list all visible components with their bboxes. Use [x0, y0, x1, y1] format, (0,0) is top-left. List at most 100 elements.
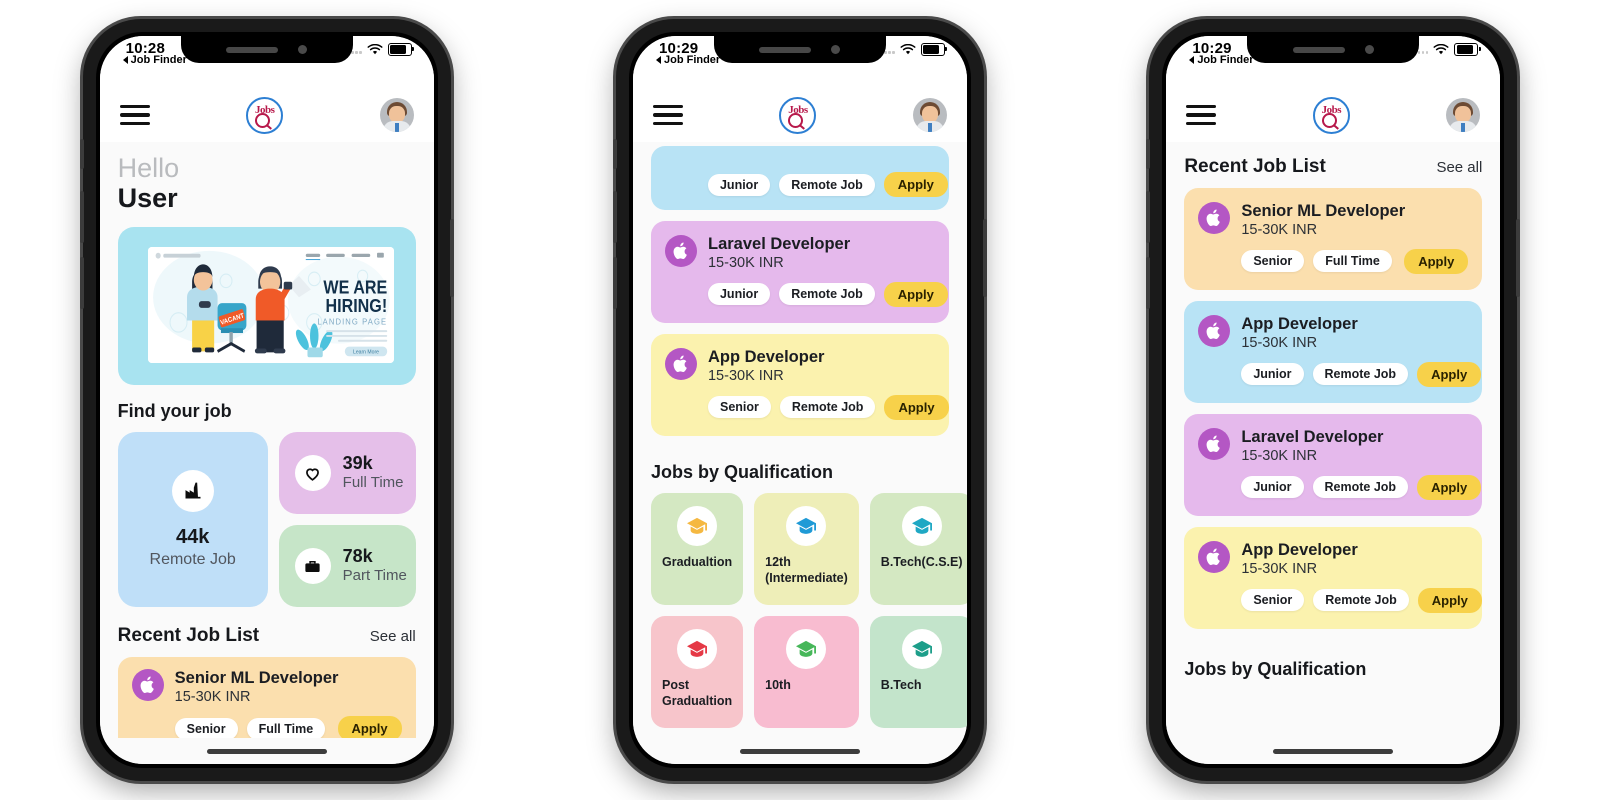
job-card[interactable]: Laravel Developer 15-30K INR Junior Remo…: [650, 221, 949, 323]
apply-button[interactable]: Apply: [1417, 587, 1482, 613]
svg-text:LANDING PAGE: LANDING PAGE: [317, 317, 387, 327]
job-chip: Junior: [707, 173, 771, 196]
user-avatar-icon[interactable]: [912, 98, 947, 132]
apply-button[interactable]: Apply: [883, 172, 948, 197]
qualification-tile[interactable]: Post Gradualtion: [650, 615, 744, 728]
earpiece-speaker-icon: [1292, 46, 1345, 53]
qualification-tile[interactable]: 10th: [754, 615, 859, 728]
volume-down-button[interactable]: [1146, 257, 1151, 309]
phone-2: 10:29 Job Finder Jobs Junior Remote Job …: [612, 19, 987, 781]
job-title: Senior ML Developer: [174, 669, 339, 688]
apply-button[interactable]: Apply: [883, 281, 948, 307]
page-title: Recent Job List: [1184, 156, 1326, 177]
mute-switch-button[interactable]: [612, 139, 617, 169]
qualification-tile[interactable]: Gradualtion: [650, 492, 744, 605]
job-chip: Remote Job: [779, 396, 876, 419]
qualification-tile[interactable]: B.Tech: [869, 615, 967, 728]
see-all-link[interactable]: See all: [1436, 159, 1482, 176]
graduation-cap-icon: [901, 505, 942, 546]
job-chip: Senior: [1241, 589, 1305, 612]
back-app-label: Job Finder: [1197, 54, 1254, 66]
briefcase-icon: [294, 548, 331, 585]
hamburger-menu-icon[interactable]: [119, 104, 150, 126]
see-all-link[interactable]: See all: [370, 628, 416, 645]
power-button[interactable]: [982, 219, 987, 297]
volume-up-button[interactable]: [79, 191, 84, 243]
job-card[interactable]: App Developer 15-30K INR Senior Remote J…: [1184, 526, 1483, 629]
job-card[interactable]: Laravel Developer 15-30K INR Junior Remo…: [1184, 413, 1483, 516]
factory-icon: [171, 470, 214, 513]
job-card[interactable]: App Developer 15-30K INR Senior Remote J…: [650, 333, 949, 436]
mute-switch-button[interactable]: [1146, 139, 1151, 169]
phone-2-content[interactable]: Junior Remote Job Apply Laravel Develope…: [632, 142, 967, 738]
volume-up-button[interactable]: [1146, 191, 1151, 243]
job-salary: 15-30K INR: [707, 367, 784, 384]
qualification-tile[interactable]: B.Tech(C.S.E): [869, 492, 967, 605]
volume-down-button[interactable]: [79, 257, 84, 309]
hamburger-menu-icon[interactable]: [1186, 104, 1217, 126]
job-salary: 15-30K INR: [1241, 334, 1318, 351]
magnifier-icon: [1321, 112, 1337, 128]
job-title: App Developer: [707, 347, 825, 366]
volume-down-button[interactable]: [612, 257, 617, 309]
back-app-label: Job Finder: [130, 54, 187, 66]
power-button[interactable]: [449, 219, 454, 297]
graduation-cap-icon: [901, 628, 942, 669]
job-stats: 44k Remote Job 39k Full Time 78k Part Ti…: [100, 432, 434, 608]
earpiece-speaker-icon: [759, 46, 812, 53]
notch: [1247, 36, 1420, 63]
magnifier-icon: [788, 112, 804, 128]
job-chip: Junior: [707, 283, 771, 306]
volume-up-button[interactable]: [612, 191, 617, 243]
job-chip: Remote Job: [779, 173, 875, 196]
apply-button[interactable]: Apply: [1417, 474, 1482, 500]
job-list: Senior ML Developer 15-30K INR Senior Fu…: [1166, 188, 1500, 629]
apply-button[interactable]: Apply: [1404, 248, 1469, 274]
battery-icon: [387, 43, 415, 56]
user-avatar-icon[interactable]: [379, 98, 414, 132]
earpiece-speaker-icon: [226, 46, 279, 53]
apply-button[interactable]: Apply: [337, 716, 402, 738]
job-title: Senior ML Developer: [1241, 202, 1406, 220]
notch: [713, 36, 886, 63]
stat-card-part-time[interactable]: 78k Part Time: [278, 525, 416, 608]
job-chip: Junior: [1241, 476, 1304, 499]
hamburger-menu-icon[interactable]: [652, 104, 683, 126]
mute-switch-button[interactable]: [79, 139, 84, 169]
stat-card-remote-job[interactable]: 44k Remote Job: [117, 432, 268, 608]
app-header: Jobs: [632, 88, 967, 142]
job-card[interactable]: Senior ML Developer 15-30K INR Senior Fu…: [117, 657, 416, 738]
app-header: Jobs: [1166, 88, 1501, 142]
power-button[interactable]: [1516, 219, 1521, 297]
stat-card-full-time[interactable]: 39k Full Time: [278, 432, 416, 515]
job-card[interactable]: Senior ML Developer 15-30K INR Senior Fu…: [1184, 188, 1483, 290]
notch: [180, 36, 353, 63]
job-card[interactable]: App Developer 15-30K INR Junior Remote J…: [1184, 300, 1483, 403]
page-title: Recent Job List: [117, 625, 260, 647]
banner-illustration: VACANT WE ARE HIRING! LANDING PAGE Learn…: [147, 247, 394, 364]
stat-label: Remote Job: [149, 551, 236, 569]
phone-3-content[interactable]: Recent Job List See all Senior ML Develo…: [1166, 142, 1501, 738]
user-avatar-icon[interactable]: [1446, 98, 1481, 132]
qualification-label: Post Gradualtion: [661, 677, 733, 708]
job-chip: Full Time: [246, 717, 326, 738]
battery-icon: [1454, 43, 1481, 56]
back-app-label: Job Finder: [663, 54, 721, 66]
back-arrow-icon: [1189, 56, 1195, 64]
qualification-grid: Gradualtion 12th (Intermediate) B.Tech(C…: [633, 492, 967, 728]
hiring-banner[interactable]: VACANT WE ARE HIRING! LANDING PAGE Learn…: [117, 227, 416, 386]
job-card-partial[interactable]: Junior Remote Job Apply: [650, 146, 949, 210]
greeting-user: User: [117, 183, 178, 214]
apply-button[interactable]: Apply: [1417, 361, 1482, 387]
graduation-cap-icon: [786, 505, 827, 546]
apple-logo-icon: [664, 235, 697, 267]
job-list: Senior ML Developer 15-30K INR Senior Fu…: [100, 657, 434, 738]
qualification-tile[interactable]: 12th (Intermediate): [754, 492, 859, 605]
stat-label: Part Time: [342, 567, 407, 585]
apple-logo-icon: [1198, 427, 1231, 460]
app-header: Jobs: [99, 88, 434, 142]
phone-1-content[interactable]: Hello User VACANT WE ARE HIRING! LANDING…: [99, 142, 434, 738]
graduation-cap-icon: [786, 628, 827, 669]
apply-button[interactable]: Apply: [884, 394, 949, 420]
phone-2-bezel: 10:29 Job Finder Jobs Junior Remote Job …: [628, 32, 971, 768]
